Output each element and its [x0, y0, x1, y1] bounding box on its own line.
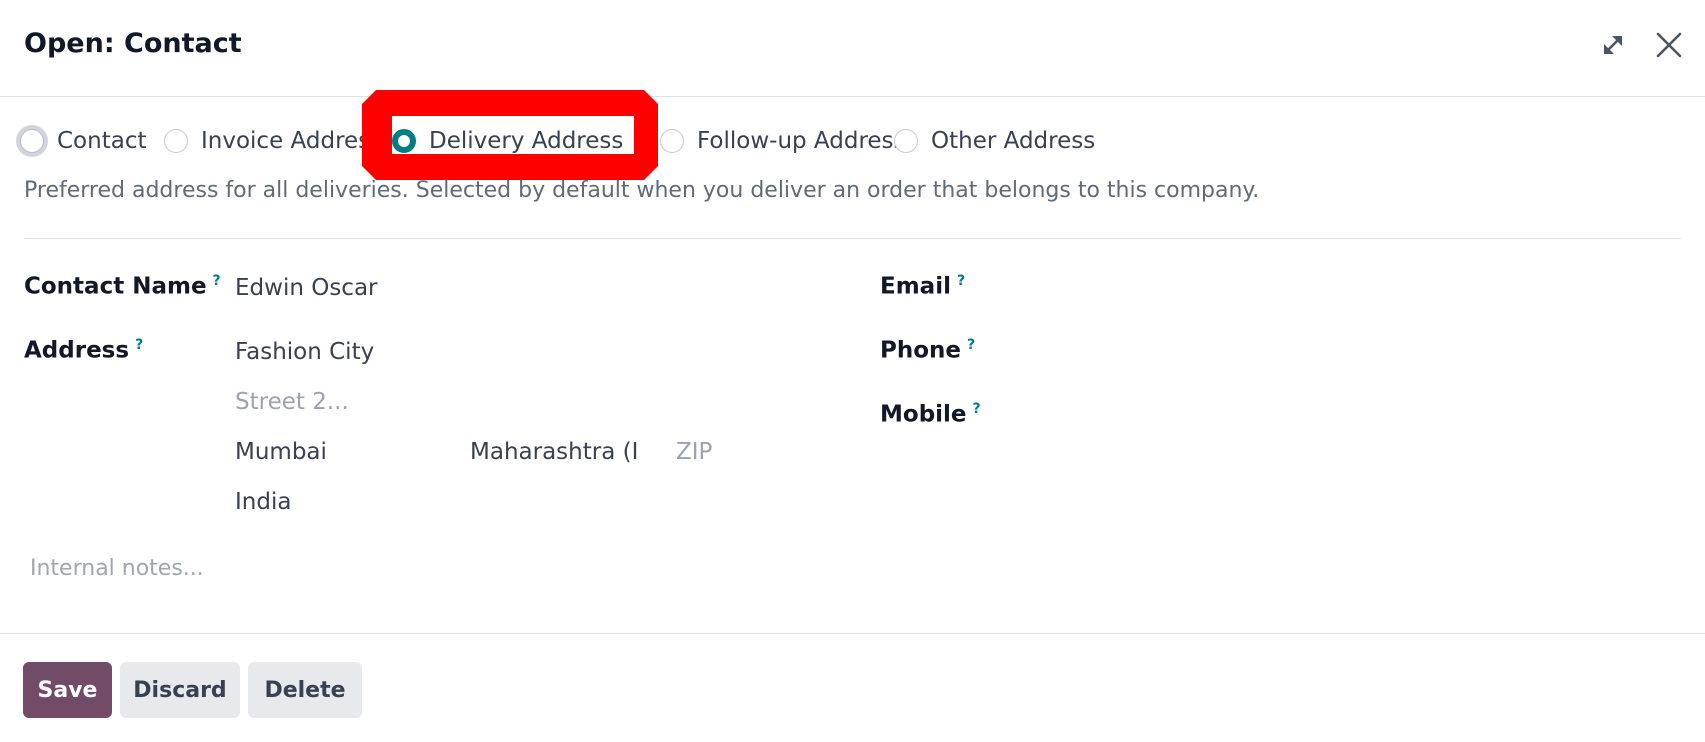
radio-button[interactable] — [20, 129, 44, 153]
street2-input[interactable]: Street 2... — [235, 389, 349, 415]
address-type-radio-group: Contact Invoice Address Delivery Address… — [0, 96, 1705, 191]
phone-label-text: Phone — [880, 337, 962, 364]
radio-label: Invoice Address — [201, 128, 383, 154]
city-input[interactable]: Mumbai — [235, 439, 327, 465]
save-button[interactable]: Save — [23, 662, 112, 718]
phone-label: Phone? — [880, 337, 975, 364]
help-tooltip-icon[interactable]: ? — [213, 273, 221, 289]
zip-input[interactable]: ZIP — [676, 439, 712, 465]
street-input[interactable]: Fashion City — [235, 339, 374, 365]
radio-label: Delivery Address — [429, 128, 624, 154]
email-label: Email? — [880, 273, 965, 300]
radio-invoice-address[interactable]: Invoice Address — [164, 126, 382, 156]
radio-button[interactable] — [894, 129, 918, 153]
close-icon[interactable] — [1652, 28, 1686, 62]
contact-name-label: Contact Name? — [24, 273, 221, 300]
help-tooltip-icon[interactable]: ? — [957, 273, 965, 289]
radio-button[interactable] — [164, 129, 188, 153]
address-type-description: Preferred address for all deliveries. Se… — [24, 178, 1260, 203]
radio-follow-up-address[interactable]: Follow-up Address — [660, 126, 906, 156]
contact-name-input[interactable]: Edwin Oscar — [235, 275, 378, 301]
radio-contact[interactable]: Contact — [20, 126, 146, 156]
mobile-label: Mobile? — [880, 401, 981, 428]
dialog-title: Open: Contact — [24, 28, 242, 59]
discard-button[interactable]: Discard — [120, 662, 240, 718]
footer-divider — [0, 633, 1705, 634]
address-label: Address? — [24, 337, 143, 364]
email-label-text: Email — [880, 273, 951, 300]
divider — [24, 238, 1681, 239]
radio-button-checked[interactable] — [392, 129, 416, 153]
radio-other-address[interactable]: Other Address — [894, 126, 1095, 156]
state-select[interactable]: Maharashtra (IN) — [470, 439, 640, 465]
radio-label: Follow-up Address — [697, 128, 906, 154]
country-select[interactable]: India — [235, 489, 291, 515]
help-tooltip-icon[interactable]: ? — [973, 401, 981, 417]
internal-notes-input[interactable]: Internal notes... — [30, 556, 204, 581]
address-label-text: Address — [24, 337, 130, 364]
help-tooltip-icon[interactable]: ? — [967, 337, 975, 353]
dialog-header: Open: Contact — [0, 0, 1705, 97]
delete-button[interactable]: Delete — [248, 662, 362, 718]
help-tooltip-icon[interactable]: ? — [135, 337, 143, 353]
contact-name-label-text: Contact Name — [24, 273, 207, 300]
radio-label: Contact — [57, 128, 147, 154]
radio-delivery-address[interactable]: Delivery Address — [392, 126, 623, 156]
radio-label: Other Address — [931, 128, 1096, 154]
mobile-label-text: Mobile — [880, 401, 967, 428]
radio-button[interactable] — [660, 129, 684, 153]
expand-icon[interactable] — [1596, 28, 1630, 62]
